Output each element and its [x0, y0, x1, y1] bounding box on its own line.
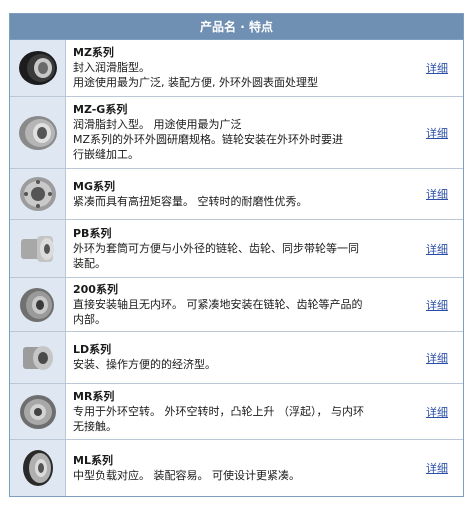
- header-title: 产品名 · 特点: [200, 20, 273, 34]
- ld-clutch-image: [22, 345, 53, 370]
- product-image-cell: [10, 40, 66, 96]
- product-desc-line: 安装、操作方便的的经济型。: [73, 358, 216, 371]
- product-info: ML系列 中型负载对应。 装配容易。 可使设计更紧凑。: [66, 440, 411, 496]
- detail-link-cell: 详细: [411, 97, 463, 168]
- product-image-cell: [10, 278, 66, 331]
- product-desc-line: 封入润滑脂型。: [73, 61, 150, 74]
- product-info: MG系列 紧凑而具有高扭矩容量。 空转时的耐磨性优秀。: [66, 169, 411, 219]
- product-desc-line: 用途使用最为广泛, 装配方便, 外环外圆表面处理型: [73, 76, 318, 89]
- product-title: MR系列: [73, 389, 115, 403]
- product-desc-line: 行嵌缝加工。: [73, 148, 139, 161]
- 200-clutch-image: [19, 287, 54, 322]
- product-title: PB系列: [73, 226, 112, 240]
- mzg-clutch-image: [18, 115, 57, 150]
- product-info: LD系列 安装、操作方便的的经济型。: [66, 332, 411, 383]
- product-info: MR系列 专用于外环空转。 外环空转时，凸轮上升 （浮起）， 与内环 无接触。: [66, 384, 411, 439]
- detail-link[interactable]: 详细: [426, 241, 448, 257]
- product-desc-line: 无接触。: [73, 419, 117, 433]
- detail-link[interactable]: 详细: [426, 404, 448, 420]
- product-desc-line: 内部。: [73, 312, 106, 326]
- product-desc-line: 润滑脂封入型。 用途使用最为广泛: [73, 118, 242, 131]
- product-title: MZ系列: [73, 46, 114, 59]
- product-title: MG系列: [73, 179, 115, 193]
- product-info: PB系列 外环为套筒可方便与小外径的链轮、齿轮、同步带轮等一同 装配。: [66, 220, 411, 277]
- table-row: LD系列 安装、操作方便的的经济型。 详细: [10, 332, 463, 384]
- detail-link[interactable]: 详细: [426, 460, 448, 476]
- detail-link[interactable]: 详细: [426, 186, 448, 202]
- detail-link[interactable]: 详细: [426, 125, 448, 141]
- detail-link-cell: 详细: [411, 278, 463, 331]
- product-desc-line: 专用于外环空转。 外环空转时，凸轮上升 （浮起）， 与内环: [73, 404, 364, 418]
- table-row: MR系列 专用于外环空转。 外环空转时，凸轮上升 （浮起）， 与内环 无接触。 …: [10, 384, 463, 440]
- pb-clutch-image: [20, 235, 54, 262]
- product-image-cell: [10, 440, 66, 496]
- product-title: 200系列: [73, 282, 118, 296]
- table-row: 200系列 直接安装轴且无内环。 可紧凑地安装在链轮、齿轮等产品的 内部。 详细: [10, 278, 463, 332]
- ml-clutch-image: [22, 450, 53, 486]
- product-title: LD系列: [73, 343, 112, 356]
- detail-link-cell: 详细: [411, 332, 463, 383]
- product-table: 产品名 · 特点 MZ系列 封入润滑脂型。 用途使用最为广泛, 装配方便, 外环…: [9, 13, 464, 497]
- detail-link-cell: 详细: [411, 220, 463, 277]
- product-desc-line: MZ系列的外环外圆研磨规格。链轮安装在外环外时要进: [73, 133, 344, 146]
- detail-link-cell: 详细: [411, 40, 463, 96]
- product-desc-line: 装配。: [73, 256, 106, 270]
- product-image-cell: [10, 97, 66, 168]
- product-desc-line: 中型负载对应。 装配容易。 可使设计更紧凑。: [73, 468, 300, 482]
- detail-link[interactable]: 详细: [426, 297, 448, 313]
- table-row: ML系列 中型负载对应。 装配容易。 可使设计更紧凑。 详细: [10, 440, 463, 496]
- product-desc-line: 直接安装轴且无内环。 可紧凑地安装在链轮、齿轮等产品的: [73, 297, 363, 311]
- detail-link-cell: 详细: [411, 440, 463, 496]
- mg-clutch-image: [19, 177, 56, 211]
- product-info: 200系列 直接安装轴且无内环。 可紧凑地安装在链轮、齿轮等产品的 内部。: [66, 278, 411, 331]
- product-info: MZ系列 封入润滑脂型。 用途使用最为广泛, 装配方便, 外环外圆表面处理型: [66, 40, 411, 96]
- table-row: MZ系列 封入润滑脂型。 用途使用最为广泛, 装配方便, 外环外圆表面处理型 详…: [10, 40, 463, 97]
- detail-link[interactable]: 详细: [426, 60, 448, 76]
- mr-clutch-image: [19, 394, 56, 429]
- table-row: PB系列 外环为套筒可方便与小外径的链轮、齿轮、同步带轮等一同 装配。 详细: [10, 220, 463, 278]
- product-title: MZ-G系列: [73, 103, 128, 116]
- mz-clutch-image: [18, 51, 57, 85]
- product-image-cell: [10, 169, 66, 219]
- table-row: MZ-G系列 润滑脂封入型。 用途使用最为广泛 MZ系列的外环外圆研磨规格。链轮…: [10, 97, 463, 169]
- detail-link[interactable]: 详细: [426, 350, 448, 366]
- table-row: MG系列 紧凑而具有高扭矩容量。 空转时的耐磨性优秀。 详细: [10, 169, 463, 220]
- table-header: 产品名 · 特点: [10, 14, 463, 40]
- detail-link-cell: 详细: [411, 384, 463, 439]
- product-image-cell: [10, 332, 66, 383]
- product-image-cell: [10, 220, 66, 277]
- product-info: MZ-G系列 润滑脂封入型。 用途使用最为广泛 MZ系列的外环外圆研磨规格。链轮…: [66, 97, 411, 168]
- detail-link-cell: 详细: [411, 169, 463, 219]
- product-image-cell: [10, 384, 66, 439]
- product-desc-line: 紧凑而具有高扭矩容量。 空转时的耐磨性优秀。: [73, 194, 308, 208]
- product-title: ML系列: [73, 453, 113, 467]
- product-desc-line: 外环为套筒可方便与小外径的链轮、齿轮、同步带轮等一同: [73, 241, 359, 255]
